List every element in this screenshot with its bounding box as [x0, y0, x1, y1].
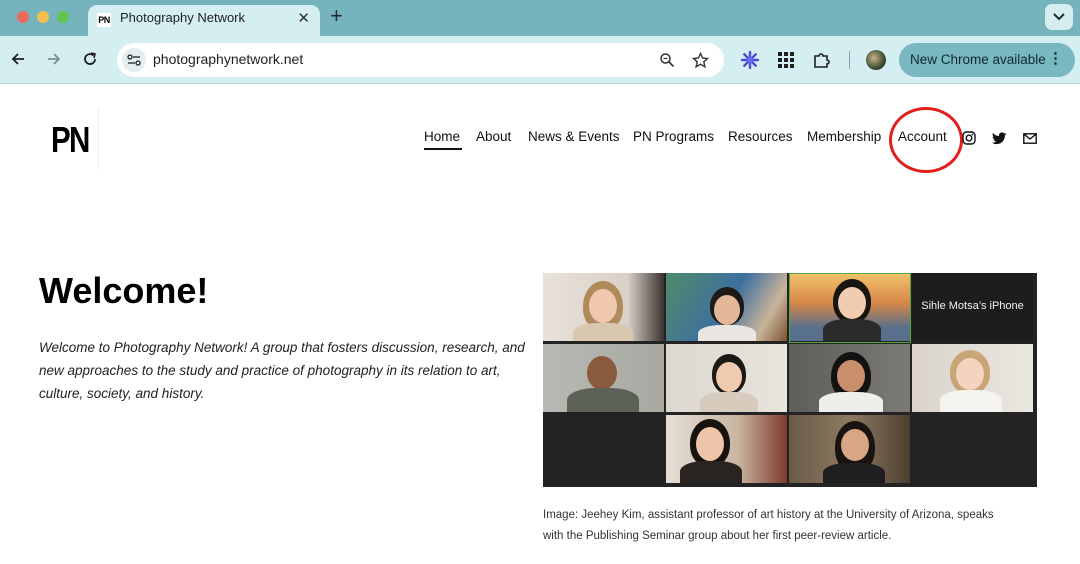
back-button[interactable]: [7, 48, 29, 70]
close-window-button[interactable]: [17, 11, 29, 23]
nav-membership[interactable]: Membership: [807, 129, 881, 144]
puzzle-icon[interactable]: [811, 49, 833, 71]
participant-name: Sihle Motsa’s iPhone: [921, 300, 1024, 312]
intro-paragraph: Welcome to Photography Network! A group …: [39, 340, 525, 401]
browser-tab-bar: PN Photography Network ✕ +: [0, 0, 1080, 36]
participant-tile: [666, 344, 787, 412]
account-highlight-circle: [889, 107, 963, 173]
update-label: New Chrome available: [910, 52, 1046, 67]
nav-pn-programs[interactable]: PN Programs: [633, 129, 714, 144]
reload-button[interactable]: [79, 48, 101, 70]
site-info-button[interactable]: [122, 48, 146, 72]
apps-grid-icon[interactable]: [775, 49, 797, 71]
forward-button[interactable]: [43, 48, 65, 70]
bookmark-star-icon[interactable]: [691, 51, 709, 69]
participant-tile: [543, 273, 664, 341]
caption-line-1: Image: Jeehey Kim, assistant professor o…: [543, 509, 994, 521]
site-logo[interactable]: PN: [51, 119, 90, 161]
logo-divider: [98, 107, 99, 169]
participant-tile: [912, 344, 1033, 412]
participant-tile: [789, 415, 910, 483]
instagram-icon[interactable]: [961, 130, 977, 146]
active-speaker-border: [789, 273, 911, 343]
reload-icon: [84, 52, 96, 65]
page-title: Welcome!: [39, 270, 209, 311]
nav-about[interactable]: About: [476, 129, 511, 144]
address-bar[interactable]: photographynetwork.net: [117, 43, 724, 77]
browser-toolbar: photographynetwork.net New Chrome availa…: [0, 36, 1080, 84]
zoom-icon[interactable]: [658, 51, 676, 69]
participant-tile: [543, 344, 664, 412]
url-text[interactable]: photographynetwork.net: [153, 51, 303, 67]
email-icon[interactable]: [1022, 130, 1038, 146]
chrome-update-button[interactable]: New Chrome available ⋮: [899, 43, 1075, 77]
participant-tile: [789, 344, 910, 412]
participant-name-tile: Sihle Motsa’s iPhone: [912, 273, 1033, 341]
browser-tab[interactable]: PN Photography Network ✕: [88, 5, 320, 36]
twitter-icon[interactable]: [991, 130, 1007, 146]
extension-icon[interactable]: [739, 49, 761, 71]
profile-avatar[interactable]: [866, 50, 886, 70]
forward-icon: [48, 53, 61, 65]
nav-resources[interactable]: Resources: [728, 129, 793, 144]
nav-news-events[interactable]: News & Events: [528, 129, 620, 144]
chevron-down-icon: [1053, 13, 1065, 21]
minimize-window-button[interactable]: [37, 11, 49, 23]
site-info-icon: [127, 54, 141, 66]
maximize-window-button[interactable]: [57, 11, 69, 23]
more-icon[interactable]: ⋮: [1048, 51, 1063, 67]
caption-line-2: with the Publishing Seminar group about …: [543, 530, 892, 542]
favicon-icon: PN: [97, 13, 111, 27]
close-tab-icon[interactable]: ✕: [297, 9, 310, 27]
participant-tile: [666, 415, 787, 483]
back-icon: [11, 53, 24, 65]
toolbar-divider: [849, 51, 850, 69]
nav-home[interactable]: Home: [424, 129, 460, 144]
new-tab-button[interactable]: +: [330, 4, 343, 28]
participant-tile: [666, 273, 787, 341]
image-caption: Image: Jeehey Kim, assistant professor o…: [543, 505, 1043, 547]
tab-title: Photography Network: [120, 10, 246, 25]
tab-search-button[interactable]: [1045, 4, 1073, 30]
active-nav-underline: [424, 148, 462, 150]
